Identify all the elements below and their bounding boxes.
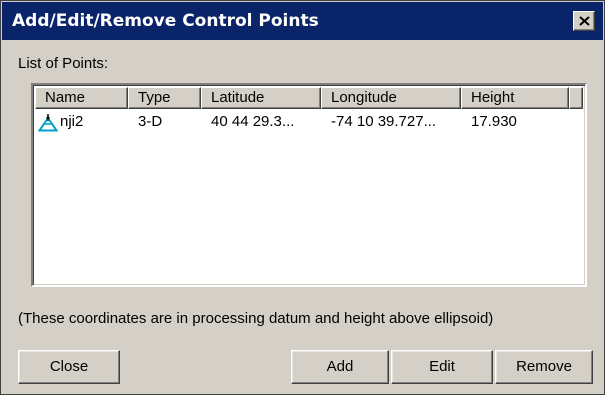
list-header: Name Type Latitude Longitude Height xyxy=(35,87,583,109)
table-row[interactable]: nji2 3-D 40 44 29.3... -74 10 39.727... … xyxy=(35,111,583,133)
column-header-type[interactable]: Type xyxy=(128,87,201,109)
x-icon xyxy=(579,16,590,26)
column-header-height[interactable]: Height xyxy=(461,87,569,109)
cell-name: nji2 xyxy=(60,113,84,130)
column-header-longitude[interactable]: Longitude xyxy=(321,87,461,109)
column-header-filler xyxy=(569,87,583,109)
remove-button[interactable]: Remove xyxy=(495,350,593,384)
cell-longitude: -74 10 39.727... xyxy=(331,113,437,130)
title-bar[interactable]: Add/Edit/Remove Control Points xyxy=(2,2,603,40)
column-header-latitude[interactable]: Latitude xyxy=(201,87,321,109)
dialog-window: Add/Edit/Remove Control Points List of P… xyxy=(0,0,605,395)
control-point-triangle-icon xyxy=(38,114,58,132)
column-header-name[interactable]: Name xyxy=(35,87,128,109)
add-button[interactable]: Add xyxy=(291,350,389,384)
dialog-title: Add/Edit/Remove Control Points xyxy=(12,11,319,31)
cell-type: 3-D xyxy=(138,113,163,130)
close-window-button[interactable] xyxy=(573,11,595,31)
close-button[interactable]: Close xyxy=(18,350,120,384)
cell-latitude: 40 44 29.3... xyxy=(211,113,295,130)
list-of-points-label: List of Points: xyxy=(18,55,109,72)
coordinates-note: (These coordinates are in processing dat… xyxy=(18,310,494,327)
edit-button[interactable]: Edit xyxy=(391,350,493,384)
points-list[interactable]: Name Type Latitude Longitude Height nji2… xyxy=(31,83,587,287)
cell-height: 17.930 xyxy=(471,113,517,130)
